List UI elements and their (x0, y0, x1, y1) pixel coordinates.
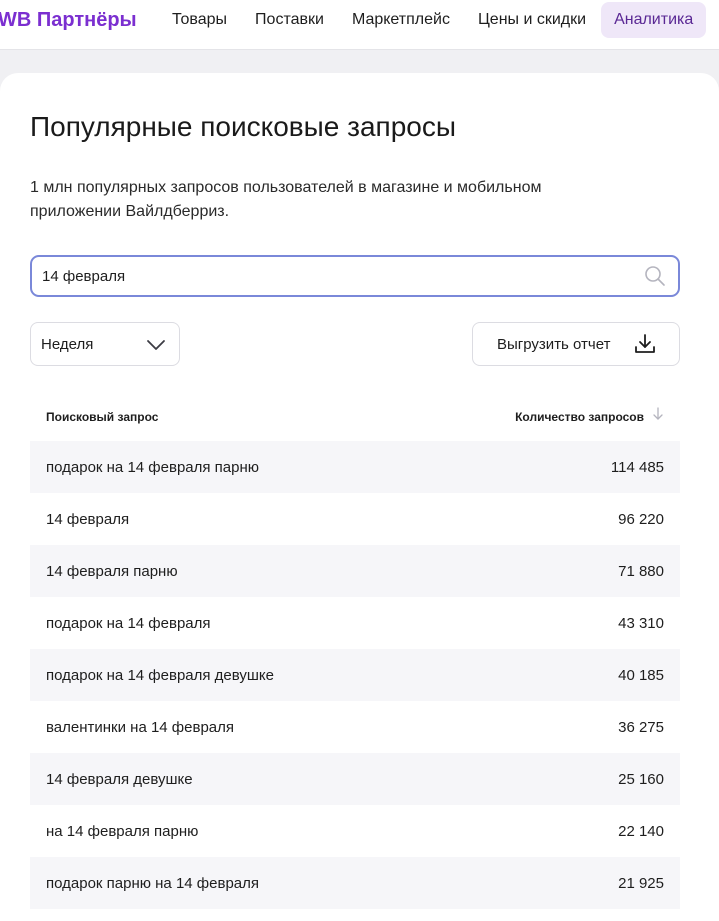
nav-item-prices-discounts[interactable]: Цены и скидки (465, 2, 599, 38)
table-row[interactable]: 14 февраля 96 220 (30, 493, 680, 545)
export-report-label: Выгрузить отчет (497, 336, 611, 353)
chevron-down-icon (147, 340, 165, 350)
nav-item-analytics[interactable]: Аналитика (601, 2, 707, 38)
export-report-button[interactable]: Выгрузить отчет (472, 322, 680, 366)
column-header-count[interactable]: Количество запросов (515, 410, 644, 424)
table-row[interactable]: подарок на 14 февраля парню 114 485 (30, 441, 680, 493)
row-count: 71 880 (618, 563, 664, 580)
row-query: подарок на 14 февраля парню (46, 459, 260, 476)
table-row[interactable]: 14 февраля девушке 25 160 (30, 753, 680, 805)
content-card: Популярные поисковые запросы 1 млн попул… (0, 73, 719, 921)
row-query: подарок на 14 февраля (46, 615, 211, 632)
table-header: Поисковый запрос Количество запросов (30, 389, 680, 441)
row-query: 14 февраля парню (46, 563, 178, 580)
row-count: 96 220 (618, 511, 664, 528)
row-count: 114 485 (610, 459, 664, 476)
nav-item-marketplace[interactable]: Маркетплейс (339, 2, 463, 38)
row-query: валентинки на 14 февраля (46, 719, 235, 736)
table-row[interactable]: подарок на 14 февраля девушке 40 185 (30, 649, 680, 701)
search-queries-table: Поисковый запрос Количество запросов под… (30, 389, 680, 909)
row-count: 36 275 (618, 719, 664, 736)
row-count: 21 925 (618, 875, 664, 892)
table-body: подарок на 14 февраля парню 114 485 14 ф… (30, 441, 680, 909)
page-description: 1 млн популярных запросов пользователей … (30, 179, 542, 220)
page-title: Популярные поисковые запросы (30, 111, 456, 142)
table-row[interactable]: 14 февраля парню 71 880 (30, 545, 680, 597)
row-query: на 14 февраля парню (46, 823, 199, 840)
sort-arrow-down-icon[interactable] (652, 406, 664, 422)
brand-logo[interactable]: WB Партнёры (0, 9, 137, 32)
row-count: 22 140 (618, 823, 664, 840)
main-nav: Товары Поставки Маркетплейс Цены и скидк… (159, 2, 707, 38)
period-selected-value: Неделя (41, 336, 94, 353)
row-query: подарок парню на 14 февраля (46, 875, 260, 892)
row-query: подарок на 14 февраля девушке (46, 667, 275, 684)
table-row[interactable]: подарок на 14 февраля 43 310 (30, 597, 680, 649)
row-query: 14 февраля девушке (46, 771, 193, 788)
nav-item-products[interactable]: Товары (159, 2, 240, 38)
search-box (30, 255, 680, 297)
search-input[interactable] (42, 257, 632, 295)
table-row[interactable]: подарок парню на 14 февраля 21 925 (30, 857, 680, 909)
row-query: 14 февраля (46, 511, 130, 528)
top-navigation-bar: WB Партнёры Товары Поставки Маркетплейс … (0, 0, 719, 50)
table-row[interactable]: валентинки на 14 февраля 36 275 (30, 701, 680, 753)
row-count: 43 310 (618, 615, 664, 632)
download-icon (635, 334, 655, 353)
search-icon[interactable] (644, 265, 666, 287)
nav-item-supplies[interactable]: Поставки (242, 2, 337, 38)
column-header-query: Поисковый запрос (46, 410, 159, 424)
row-count: 40 185 (618, 667, 664, 684)
table-row[interactable]: на 14 февраля парню 22 140 (30, 805, 680, 857)
row-count: 25 160 (618, 771, 664, 788)
period-select[interactable]: Неделя (30, 322, 180, 366)
